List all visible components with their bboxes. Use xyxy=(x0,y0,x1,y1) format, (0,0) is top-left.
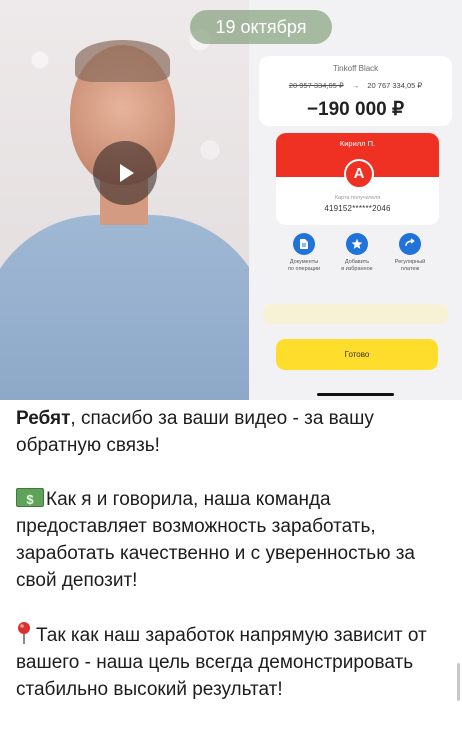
recipient-name: Кирилл П. xyxy=(339,139,376,148)
action-label-line2: платеж xyxy=(400,266,420,272)
message-post: Tinkoff Black 20 957 334,05 ₽ → 20 767 3… xyxy=(0,0,462,732)
video-thumbnail[interactable] xyxy=(0,0,249,400)
caption-paragraph-1: Ребят, спасибо за ваши видео - за вашу о… xyxy=(16,405,446,459)
balance-change: 20 957 334,05 ₽ → 20 767 334,05 ₽ xyxy=(259,81,452,90)
play-button[interactable] xyxy=(93,141,157,205)
card-label: Карта получателя xyxy=(334,195,381,201)
caption-paragraph-2: Как я и говорила, наша команда предостав… xyxy=(16,486,446,594)
person-shirt xyxy=(0,215,249,400)
action-label-line1: Документы xyxy=(289,259,319,265)
faded-banner xyxy=(263,304,448,324)
money-emoji-icon xyxy=(16,486,44,513)
card-number: 419152******2046 xyxy=(324,204,391,213)
card-title: Tinkoff Black xyxy=(332,64,379,73)
action-label-line1: Регулярный xyxy=(394,259,426,265)
document-icon xyxy=(293,233,315,255)
favorite-action[interactable]: Добавить в избранное xyxy=(330,233,384,273)
date-badge: 19 октября xyxy=(190,10,332,44)
bank-logo-icon: А xyxy=(344,159,374,189)
caption-text-2: Как я и говорила, наша команда предостав… xyxy=(16,489,415,591)
action-label-line2: по операции xyxy=(287,266,321,272)
recipient-card: Кирилл П. А Карта получателя 419152*****… xyxy=(276,133,439,225)
documents-action[interactable]: Документы по операции xyxy=(277,233,331,273)
caption-text-1: , спасибо за ваши видео - за вашу обратн… xyxy=(16,408,374,456)
home-indicator xyxy=(317,393,394,396)
action-label-line1: Добавить xyxy=(344,259,370,265)
action-row: Документы по операции Добавить в избранное… xyxy=(277,233,437,283)
regular-payment-action[interactable]: Регулярный платеж xyxy=(383,233,437,273)
media-collage: Tinkoff Black 20 957 334,05 ₽ → 20 767 3… xyxy=(0,0,462,400)
arrow-right-icon: → xyxy=(351,81,360,90)
scrollbar[interactable] xyxy=(457,663,460,701)
pushpin-emoji-icon xyxy=(18,622,30,644)
person-hair xyxy=(75,40,170,82)
transfer-summary-card: Tinkoff Black 20 957 334,05 ₽ → 20 767 3… xyxy=(259,56,452,126)
transfer-amount: −190 000 ₽ xyxy=(306,99,405,120)
star-icon xyxy=(346,233,368,255)
repeat-icon xyxy=(399,233,421,255)
bank-screenshot[interactable]: Tinkoff Black 20 957 334,05 ₽ → 20 767 3… xyxy=(249,0,462,400)
action-label-line2: в избранное xyxy=(341,266,373,272)
balance-after: 20 767 334,05 ₽ xyxy=(367,81,423,90)
done-button[interactable]: Готово xyxy=(276,339,438,370)
play-icon xyxy=(120,164,134,182)
caption-paragraph-3: Так как наш заработок напрямую зависит о… xyxy=(16,621,446,703)
caption-text-3: Так как наш заработок напрямую зависит о… xyxy=(16,625,427,700)
balance-before: 20 957 334,05 ₽ xyxy=(288,81,344,90)
message-text: Ребят, спасибо за ваши видео - за вашу о… xyxy=(16,405,446,703)
caption-bold-word: Ребят xyxy=(16,408,71,429)
